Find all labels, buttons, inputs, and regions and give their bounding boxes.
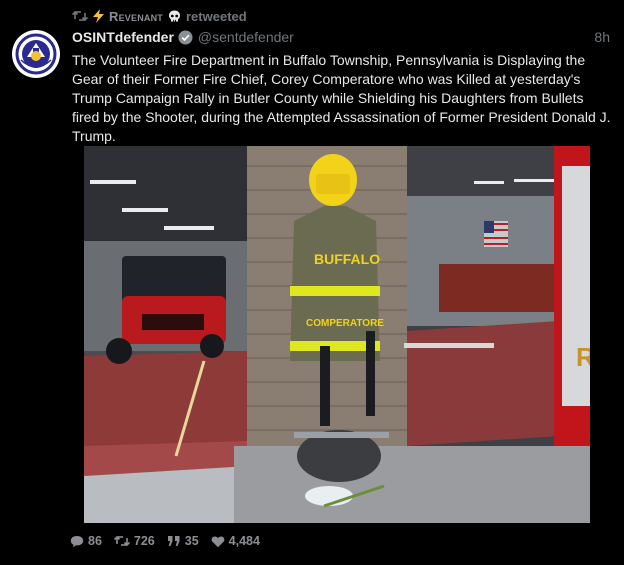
retweet-icon — [113, 535, 130, 547]
timestamp[interactable]: 8h — [594, 29, 610, 45]
retweet-count: 726 — [133, 534, 155, 548]
lightning-icon — [93, 9, 104, 23]
reply-icon — [70, 535, 84, 548]
retweet-button[interactable]: 726 — [113, 534, 155, 548]
jacket-buffalo-text: BUFFALO — [314, 251, 380, 267]
like-button[interactable]: 4,484 — [211, 534, 260, 548]
reply-count: 86 — [88, 534, 102, 548]
quote-count: 35 — [184, 534, 199, 548]
like-count: 4,484 — [228, 534, 260, 548]
heart-icon — [211, 535, 225, 548]
avatar[interactable] — [12, 30, 60, 78]
skull-icon — [168, 10, 181, 23]
tweet-text: The Volunteer Fire Department in Buffalo… — [72, 52, 611, 144]
reply-button[interactable]: 86 — [70, 534, 102, 548]
quote-icon — [167, 535, 181, 547]
retweet-context: Revenant retweeted — [72, 8, 247, 24]
jacket-name-text: COMPERATORE — [306, 318, 384, 329]
display-name[interactable]: OSINTdefender — [72, 29, 174, 45]
tweet-image[interactable]: R BUFFALO COMPERATORE — [84, 146, 590, 523]
retweet-label: retweeted — [186, 8, 247, 24]
tweet-actions: 86 726 35 4,484 — [70, 532, 272, 550]
quote-button[interactable]: 35 — [167, 534, 199, 548]
retweeter-name[interactable]: Revenant — [109, 9, 163, 24]
tweet-header: OSINTdefender @sentdefender 8h — [72, 28, 610, 46]
svg-text:R: R — [576, 342, 590, 372]
handle[interactable]: @sentdefender — [198, 29, 294, 45]
verified-icon — [178, 30, 193, 45]
retweet-icon — [72, 10, 88, 22]
